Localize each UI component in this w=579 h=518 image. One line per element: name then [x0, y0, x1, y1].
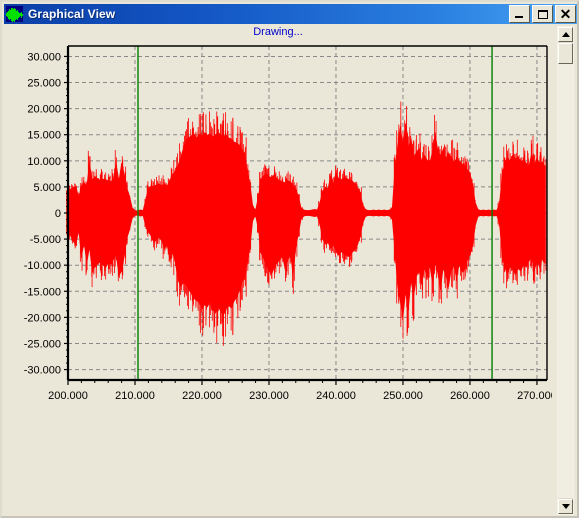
- svg-text:240.000: 240.000: [316, 390, 356, 402]
- svg-text:270.000: 270.000: [517, 390, 552, 402]
- svg-text:0: 0: [55, 208, 61, 220]
- scrollbar-thumb[interactable]: [558, 43, 573, 64]
- svg-text:10.000: 10.000: [27, 156, 61, 168]
- svg-text:30.000: 30.000: [27, 51, 61, 63]
- svg-text:5.000: 5.000: [33, 182, 61, 194]
- scrollbar-track[interactable]: [558, 64, 573, 498]
- svg-text:-30.000: -30.000: [24, 365, 61, 377]
- waveform-icon: [6, 6, 23, 22]
- chevron-up-icon: [561, 32, 570, 37]
- scroll-up-button[interactable]: [558, 27, 573, 42]
- svg-text:25.000: 25.000: [27, 78, 61, 90]
- svg-text:15.000: 15.000: [27, 130, 61, 142]
- status-text: Drawing...: [253, 26, 303, 38]
- svg-text:230.000: 230.000: [249, 390, 289, 402]
- window-title: Graphical View: [28, 7, 116, 21]
- controls-panel: Start View At End View At Apply Refresh …: [2, 450, 554, 516]
- svg-text:-20.000: -20.000: [24, 312, 61, 324]
- svg-text:-5.000: -5.000: [30, 234, 61, 246]
- scroll-down-button[interactable]: [558, 499, 573, 514]
- svg-text:220.000: 220.000: [182, 390, 222, 402]
- chevron-down-icon: [561, 504, 570, 509]
- svg-text:210.000: 210.000: [115, 390, 155, 402]
- vertical-scrollbar[interactable]: [557, 26, 574, 515]
- minimize-icon: [515, 16, 523, 18]
- svg-text:-15.000: -15.000: [24, 286, 61, 298]
- svg-text:-25.000: -25.000: [24, 338, 61, 350]
- window-controls: ✕: [509, 5, 576, 23]
- svg-text:250.000: 250.000: [383, 390, 423, 402]
- svg-text:20.000: 20.000: [27, 104, 61, 116]
- title-bar[interactable]: Graphical View ✕: [4, 4, 577, 24]
- svg-text:200.000: 200.000: [48, 390, 88, 402]
- waveform-plot-svg: 30.000 25.000 20.000 15.000 10.000 5.000 0 -5.0…: [4, 40, 552, 408]
- waveform-chart[interactable]: 30.000 25.000 20.000 15.000 10.000 5.000 0 -5.0…: [4, 40, 552, 408]
- graphical-view-window: Graphical View ✕ Drawing... 30.000 25.000…: [0, 0, 579, 518]
- svg-text:260.000: 260.000: [450, 390, 490, 402]
- minimize-button[interactable]: [509, 5, 530, 23]
- svg-text:-10.000: -10.000: [24, 260, 61, 272]
- close-icon: ✕: [559, 6, 572, 22]
- maximize-icon: [537, 9, 548, 19]
- maximize-button[interactable]: [532, 5, 553, 23]
- close-button[interactable]: ✕: [555, 5, 576, 23]
